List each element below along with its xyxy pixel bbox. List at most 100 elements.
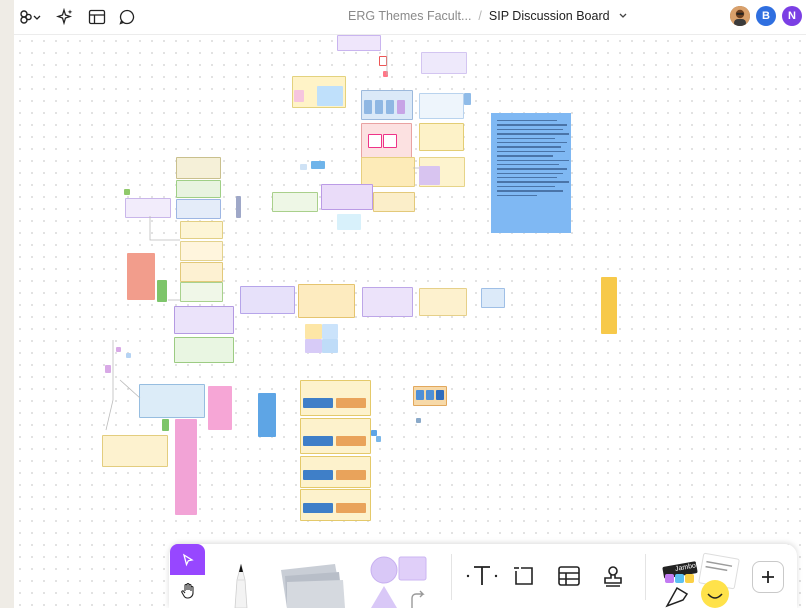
- sticky-note[interactable]: [303, 470, 333, 480]
- table-tool-button[interactable]: [554, 561, 584, 591]
- more-tools-button[interactable]: [752, 561, 784, 593]
- sticky-note[interactable]: [157, 280, 167, 302]
- sticky-note[interactable]: [416, 390, 424, 400]
- sticky-note[interactable]: [300, 164, 307, 170]
- sticky-note[interactable]: [322, 324, 338, 339]
- sticky-note[interactable]: [162, 419, 169, 431]
- section-card[interactable]: [176, 180, 221, 198]
- sticky-note[interactable]: [368, 134, 382, 148]
- table-grid-icon: [558, 566, 580, 586]
- section-card[interactable]: [419, 288, 467, 316]
- shape-tool-button[interactable]: [365, 552, 431, 608]
- sticky-note[interactable]: [426, 390, 434, 400]
- avatar-photo[interactable]: [730, 6, 750, 26]
- board-title[interactable]: SIP Discussion Board: [489, 9, 610, 23]
- left-edge: [0, 0, 14, 608]
- sticky-note[interactable]: [419, 166, 440, 185]
- sticky-note[interactable]: [376, 436, 381, 442]
- section-card[interactable]: [180, 221, 223, 239]
- text-line: [497, 185, 555, 188]
- sticky-note[interactable]: [336, 398, 366, 408]
- section-tool-button[interactable]: [509, 561, 539, 591]
- sticky-note[interactable]: [127, 253, 155, 300]
- text-line: [497, 137, 555, 139]
- sticky-note[interactable]: [303, 503, 333, 513]
- sticky-note[interactable]: [294, 90, 304, 102]
- section-card[interactable]: [321, 184, 373, 210]
- section-card[interactable]: [362, 287, 413, 317]
- section-card[interactable]: [176, 199, 221, 219]
- sticky-note[interactable]: [175, 419, 197, 515]
- section-card[interactable]: [240, 286, 295, 314]
- avatar-b[interactable]: B: [756, 6, 776, 26]
- sticky-note[interactable]: [336, 436, 366, 446]
- whiteboard-canvas[interactable]: [14, 35, 806, 608]
- ai-sparkle-icon[interactable]: [54, 6, 76, 28]
- sticky-note[interactable]: [322, 339, 338, 353]
- sticky-note[interactable]: [317, 86, 343, 106]
- sticky-note[interactable]: [124, 189, 130, 195]
- sticky-note[interactable]: [436, 390, 444, 400]
- section-card[interactable]: [176, 157, 221, 179]
- sticky-note[interactable]: [375, 100, 383, 114]
- sticky-note[interactable]: [236, 196, 241, 218]
- section-card[interactable]: [139, 384, 205, 418]
- section-card[interactable]: [337, 35, 381, 51]
- sticky-note[interactable]: [337, 214, 361, 230]
- avatar-n[interactable]: N: [782, 6, 802, 26]
- sticky-note[interactable]: [601, 277, 617, 334]
- sticky-note[interactable]: [379, 56, 387, 66]
- hand-tool-button[interactable]: [170, 576, 205, 606]
- widgets-tool-button[interactable]: Jambot: [657, 550, 743, 608]
- text-line: [497, 128, 563, 131]
- move-tool-button[interactable]: [170, 544, 205, 575]
- sticky-note[interactable]: [303, 398, 333, 408]
- section-card[interactable]: [373, 192, 415, 212]
- sticky-note[interactable]: [336, 503, 366, 513]
- chevron-down-icon[interactable]: [619, 8, 627, 22]
- sticky-note[interactable]: [336, 470, 366, 480]
- sticky-note[interactable]: [126, 353, 131, 358]
- sticky-note[interactable]: [464, 93, 471, 105]
- section-card[interactable]: [361, 157, 415, 187]
- plus-icon: [762, 571, 774, 583]
- sticky-note[interactable]: [383, 134, 397, 148]
- sticky-note[interactable]: [116, 347, 121, 352]
- sticky-note[interactable]: [303, 436, 333, 446]
- sticky-note[interactable]: [305, 339, 322, 353]
- sticky-note[interactable]: [311, 161, 325, 169]
- sticky-note[interactable]: [416, 418, 421, 423]
- text-note-blue[interactable]: [491, 113, 571, 233]
- section-card[interactable]: [298, 284, 355, 318]
- section-card[interactable]: [272, 192, 318, 212]
- sticky-note[interactable]: [383, 71, 388, 77]
- section-card[interactable]: [419, 93, 464, 119]
- text-tool-button[interactable]: [465, 561, 499, 591]
- breadcrumb-team[interactable]: ERG Themes Facult...: [348, 9, 471, 23]
- section-card[interactable]: [180, 282, 223, 302]
- sticky-note[interactable]: [208, 386, 232, 430]
- layout-panel-icon[interactable]: [86, 6, 108, 28]
- section-card[interactable]: [481, 288, 505, 308]
- section-card[interactable]: [180, 262, 223, 282]
- sticky-note[interactable]: [258, 393, 276, 437]
- comment-icon[interactable]: [116, 6, 138, 28]
- sticky-note[interactable]: [105, 365, 111, 373]
- sticky-note-tool-button[interactable]: [273, 556, 353, 608]
- stamp-tool-button[interactable]: [598, 561, 628, 591]
- sticky-note[interactable]: [305, 324, 322, 339]
- sticky-note[interactable]: [386, 100, 394, 114]
- top-bar: ERG Themes Facult... / SIP Discussion Boar…: [14, 0, 806, 35]
- marker-tool-button[interactable]: [221, 554, 261, 608]
- section-card[interactable]: [419, 123, 464, 151]
- sticky-note[interactable]: [397, 100, 405, 114]
- sticky-note[interactable]: [364, 100, 372, 114]
- toolbar-divider: [645, 554, 646, 600]
- section-card[interactable]: [180, 241, 223, 261]
- section-card[interactable]: [174, 337, 234, 363]
- section-card[interactable]: [125, 198, 171, 218]
- figjam-menu-icon[interactable]: [18, 6, 44, 28]
- section-card[interactable]: [174, 306, 234, 334]
- section-card[interactable]: [102, 435, 168, 467]
- section-card[interactable]: [421, 52, 467, 74]
